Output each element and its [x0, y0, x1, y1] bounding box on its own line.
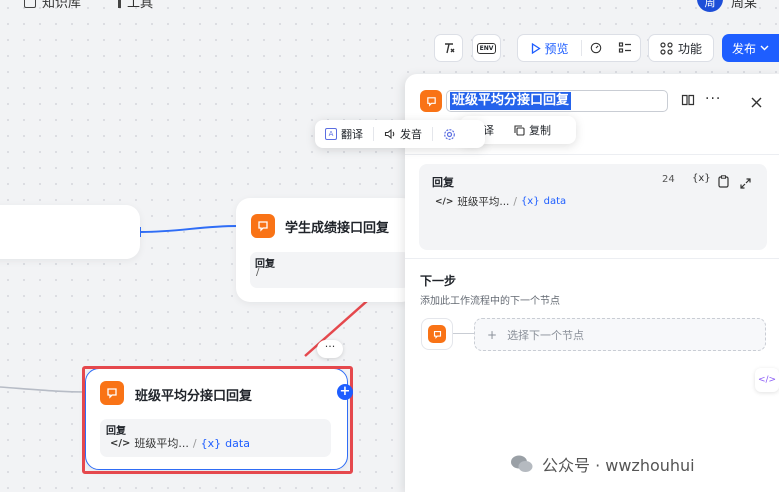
speak-button[interactable]: 发音: [374, 126, 432, 142]
student-node-title: 学生成绩接口回复: [285, 221, 390, 236]
reply-node-icon: [428, 325, 446, 343]
code-brackets-icon: </>: [757, 375, 777, 385]
panel-divider: [405, 258, 779, 259]
reply-separator: /: [513, 195, 517, 208]
code-icon: </>: [435, 196, 454, 207]
node-more-button[interactable]: ···: [317, 340, 343, 358]
clipboard-icon: [718, 175, 729, 188]
translate-button[interactable]: A 翻译: [315, 126, 373, 142]
annotation-highlight-box: [82, 366, 353, 474]
speaker-icon: [384, 128, 395, 140]
next-step-title: 下一步: [420, 274, 457, 288]
current-node-chip: [421, 318, 453, 350]
translate-icon: A: [325, 128, 337, 140]
book-icon: [681, 94, 695, 106]
copy-label: 复制: [529, 124, 551, 137]
more-dots-icon: ···: [705, 91, 722, 107]
add-node-button[interactable]: +: [337, 384, 353, 400]
translate-settings-button[interactable]: [433, 128, 466, 141]
panel-close-button[interactable]: [751, 93, 762, 112]
previous-node[interactable]: [0, 205, 140, 259]
student-reply-value: /: [256, 267, 260, 278]
collapse-panel-button[interactable]: </>: [755, 368, 779, 392]
gear-icon: [444, 128, 455, 140]
translate-label: 翻译: [341, 128, 363, 141]
student-score-reply-node[interactable]: 学生成绩接口回复 回复 /: [236, 198, 416, 302]
book-button[interactable]: [681, 92, 695, 111]
speak-label: 发音: [400, 128, 422, 141]
edge-to-class-node: [0, 386, 89, 393]
student-node-reply-box: 回复 /: [250, 252, 410, 288]
reply-field-content: </> 班级平均... / {x} data: [435, 194, 566, 209]
next-step-connector: [453, 333, 474, 334]
panel-title-text: 班级平均分接口回复: [450, 92, 572, 110]
reply-code-text: 班级平均...: [457, 196, 510, 208]
panel-node-icon: [420, 90, 442, 112]
expand-icon: [740, 178, 751, 189]
variable-icon: {x}: [520, 196, 540, 207]
select-next-node-label: 选择下一个节点: [507, 328, 585, 342]
reply-var-text: data: [543, 196, 567, 207]
panel-more-button[interactable]: ···: [705, 91, 721, 107]
wechat-icon: [511, 455, 533, 472]
next-step-description: 添加此工作流程中的下一个节点: [420, 296, 560, 307]
select-next-node-button[interactable]: + 选择下一个节点: [474, 318, 766, 351]
clipboard-button[interactable]: [718, 173, 729, 192]
edge-to-student-node: [139, 225, 239, 233]
translate-toolbar: A 翻译 发音: [315, 120, 485, 148]
reply-field-label: 回复: [432, 176, 454, 189]
reply-node-icon: [251, 214, 275, 238]
expand-button[interactable]: [740, 174, 751, 193]
plus-icon: +: [487, 327, 498, 342]
insert-variable-button[interactable]: {x}: [692, 173, 711, 184]
watermark-text: 公众号 · wwzhouhui: [542, 456, 695, 475]
copy-button[interactable]: 复制: [504, 122, 561, 138]
panel-divider: [405, 154, 779, 155]
copy-icon: [514, 124, 525, 136]
reply-char-count: 24: [662, 174, 675, 185]
variable-icon: {x}: [692, 173, 711, 184]
reply-field[interactable]: 回复 24 {x} </> 班级平均... / {x} data: [419, 164, 767, 250]
panel-title-input[interactable]: 班级平均分接口回复: [446, 90, 668, 112]
watermark: 公众号 · wwzhouhui: [510, 452, 695, 476]
close-icon: [751, 97, 762, 108]
